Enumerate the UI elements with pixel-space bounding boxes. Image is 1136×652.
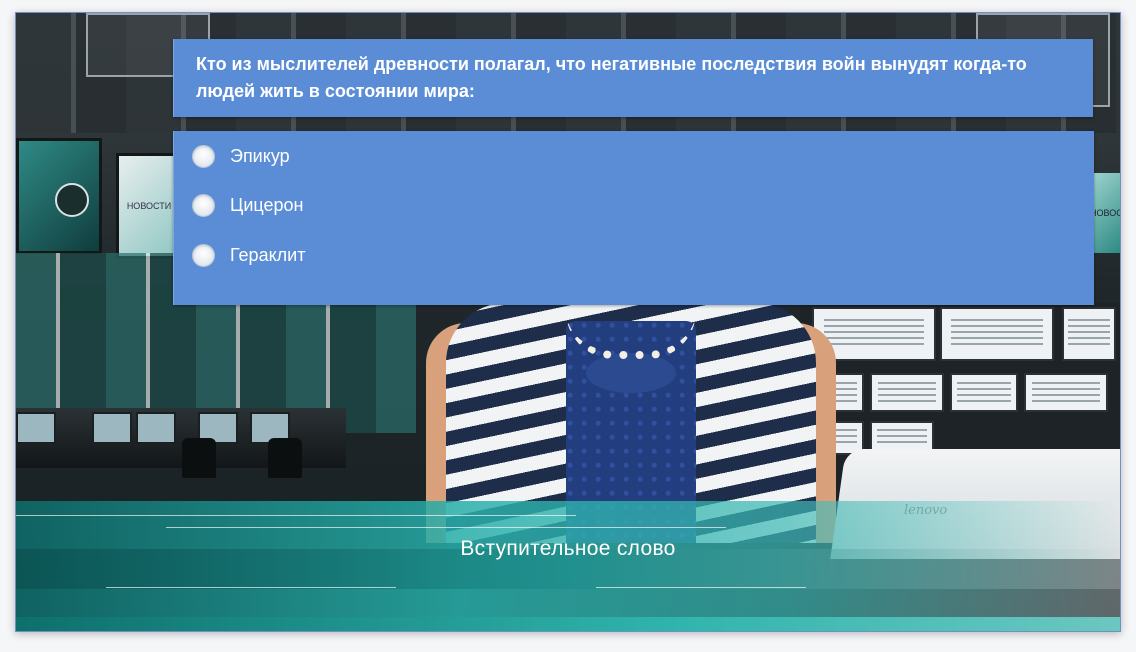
- desk-chair: [182, 438, 216, 478]
- wall-document: [870, 373, 944, 412]
- lower-third-bottom-bar: [16, 617, 1120, 631]
- lower-third-line: [596, 587, 806, 588]
- studio-document-wall: [800, 303, 1120, 463]
- studio-screen-logo: [16, 138, 102, 254]
- studio-screen-right: НОВОС: [1090, 173, 1120, 253]
- answer-option-label: Цицерон: [230, 194, 304, 215]
- desk-monitor: [136, 412, 176, 444]
- wall-document: [1024, 373, 1108, 412]
- answer-option-epicurus[interactable]: Эпикур: [192, 141, 290, 171]
- answer-option-heraclitus[interactable]: Гераклит: [192, 240, 305, 270]
- answer-option-label: Гераклит: [230, 244, 306, 265]
- wall-document: [940, 307, 1054, 361]
- lower-third-line: [166, 527, 726, 528]
- quiz-options-panel: Эпикур Цицерон Гераклит: [173, 131, 1094, 305]
- radio-button[interactable]: [192, 243, 215, 267]
- quiz-question: Кто из мыслителей древности полагал, что…: [173, 39, 1093, 117]
- studio-desks: [16, 408, 346, 478]
- screen-right-label: НОВОС: [1090, 208, 1120, 218]
- lower-third-line: [106, 587, 396, 588]
- video-frame: НОВОСТИ НОВОС lenovo: [15, 12, 1121, 632]
- desk-monitor: [16, 412, 56, 444]
- lower-third-line: [16, 515, 576, 516]
- answer-option-label: Эпикур: [230, 145, 290, 166]
- desk-monitor: [92, 412, 132, 444]
- radio-button[interactable]: [192, 144, 215, 168]
- wall-document: [1062, 307, 1116, 361]
- presenter-bow: [586, 353, 676, 393]
- desk-chair: [268, 438, 302, 478]
- answer-option-cicero[interactable]: Цицерон: [192, 190, 303, 220]
- screen-news-label: НОВОСТИ: [126, 201, 172, 211]
- lower-third-title: Вступительное слово: [460, 537, 676, 560]
- lower-third-banner: [16, 501, 1120, 621]
- wall-document: [950, 373, 1018, 412]
- channel-logo-icon: [55, 183, 89, 217]
- radio-button[interactable]: [192, 193, 215, 217]
